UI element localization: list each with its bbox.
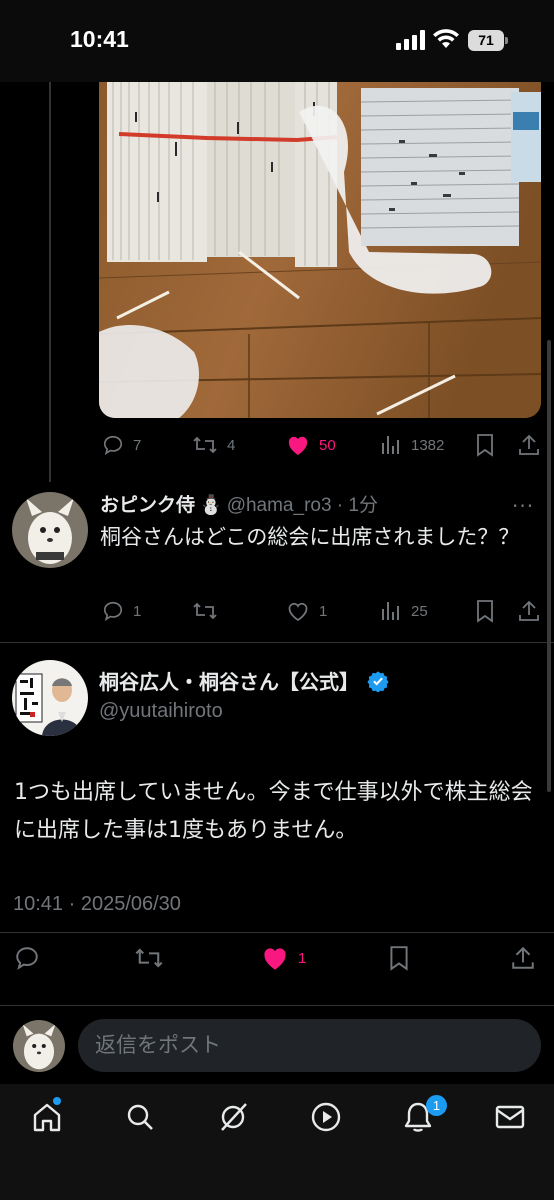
- battery-level: 71: [468, 30, 504, 51]
- views-button[interactable]: 25: [380, 597, 428, 625]
- dog-avatar-image: [12, 492, 88, 568]
- main-author-row: 桐谷広人・桐谷さん【公式】: [99, 666, 389, 695]
- like-count: 50: [319, 436, 336, 454]
- reply-count: 7: [133, 436, 142, 454]
- bookmark-button[interactable]: [474, 431, 496, 459]
- home-unread-dot: [53, 1097, 61, 1105]
- composer-avatar: [13, 1020, 65, 1072]
- reply-icon: [103, 601, 123, 622]
- bookmark-icon: [477, 600, 493, 623]
- analytics-icon: [382, 436, 399, 454]
- repost-button[interactable]: [192, 597, 218, 625]
- share-icon: [519, 434, 539, 455]
- reply-post-header: おピンク侍 ⛄ @hama_ro3 · 1分: [100, 490, 378, 517]
- bookmark-icon: [477, 434, 493, 457]
- bookmark-icon: [390, 946, 408, 971]
- post-image[interactable]: [99, 82, 541, 418]
- main-author-avatar[interactable]: [12, 660, 88, 736]
- actions-divider: [0, 1005, 554, 1006]
- analytics-icon: [382, 602, 399, 620]
- heart-filled-icon: [288, 436, 308, 455]
- bottom-navigation: [0, 1084, 554, 1200]
- reply-author-name[interactable]: おピンク侍: [100, 490, 195, 517]
- repost-count: 4: [227, 436, 236, 454]
- reply-button[interactable]: 7: [102, 431, 141, 459]
- cellular-signal-icon: [396, 30, 425, 50]
- like-button[interactable]: 1: [286, 597, 327, 625]
- documents-photo: [99, 82, 541, 418]
- view-count: 25: [411, 602, 428, 620]
- snowman-emoji: ⛄: [199, 494, 223, 516]
- share-button[interactable]: [518, 597, 540, 625]
- reply-input[interactable]: 返信をポスト: [78, 1019, 541, 1072]
- video-play-icon[interactable]: [309, 1100, 343, 1134]
- like-button[interactable]: 50: [286, 431, 336, 459]
- timestamp-divider: [0, 932, 554, 933]
- reply-icon: [103, 435, 123, 456]
- more-options-icon[interactable]: ···: [512, 494, 534, 518]
- post-divider: [0, 642, 554, 643]
- reply-post-actions: 1 1 25: [100, 597, 540, 625]
- heart-filled-icon: [264, 948, 286, 970]
- repost-icon: [193, 436, 217, 454]
- heart-outline-icon: [288, 602, 308, 622]
- bookmark-button[interactable]: [474, 597, 496, 625]
- verified-badge-icon: [367, 670, 389, 692]
- main-author-handle[interactable]: @yuutaihiroto: [99, 700, 223, 723]
- post-timestamp[interactable]: 10:41 · 2025/06/30: [13, 893, 181, 916]
- reply-button[interactable]: 1: [102, 597, 141, 625]
- reply-author-handle-time[interactable]: @hama_ro3 · 1分: [227, 490, 378, 517]
- share-icon: [519, 600, 539, 621]
- repost-button[interactable]: 4: [192, 431, 235, 459]
- repost-icon: [135, 948, 163, 968]
- parent-post-actions: 7 4 50 1382: [100, 431, 540, 459]
- like-count: 1: [298, 949, 307, 967]
- status-time: 10:41: [70, 26, 129, 52]
- like-count: 1: [319, 602, 328, 620]
- like-button[interactable]: 1: [261, 944, 306, 972]
- notification-count-badge: 1: [426, 1095, 447, 1116]
- repost-button[interactable]: [134, 944, 164, 972]
- grok-icon[interactable]: [216, 1100, 250, 1134]
- reply-post-text: 桐谷さんはどこの総会に出席されました？？: [100, 525, 520, 549]
- reply-author-avatar[interactable]: [12, 492, 88, 568]
- dog-avatar-image: [13, 1020, 65, 1072]
- main-post-actions: 1: [14, 944, 539, 972]
- scrollbar[interactable]: [547, 340, 551, 792]
- messages-envelope-icon[interactable]: [493, 1100, 527, 1134]
- reply-button[interactable]: [14, 944, 40, 972]
- share-button[interactable]: [511, 944, 535, 972]
- main-author-name[interactable]: 桐谷広人・桐谷さん【公式】: [99, 666, 359, 695]
- main-post-text: 1つも出席していません。今まで仕事以外で株主総会に出席した事は1度もありません。: [14, 780, 533, 843]
- views-button[interactable]: 1382: [380, 431, 444, 459]
- bookmark-button[interactable]: [387, 944, 411, 972]
- status-bar: 10:41 71: [0, 0, 554, 82]
- share-icon: [512, 946, 534, 969]
- share-button[interactable]: [518, 431, 540, 459]
- home-icon[interactable]: [30, 1100, 64, 1134]
- reply-icon: [16, 947, 38, 970]
- wifi-icon: [433, 29, 459, 48]
- person-avatar-image: [12, 660, 88, 736]
- search-icon[interactable]: [123, 1100, 157, 1134]
- reply-count: 1: [133, 602, 142, 620]
- view-count: 1382: [411, 436, 445, 454]
- battery-indicator: 71: [468, 30, 508, 51]
- repost-icon: [193, 602, 217, 620]
- thread-connector: [49, 82, 51, 482]
